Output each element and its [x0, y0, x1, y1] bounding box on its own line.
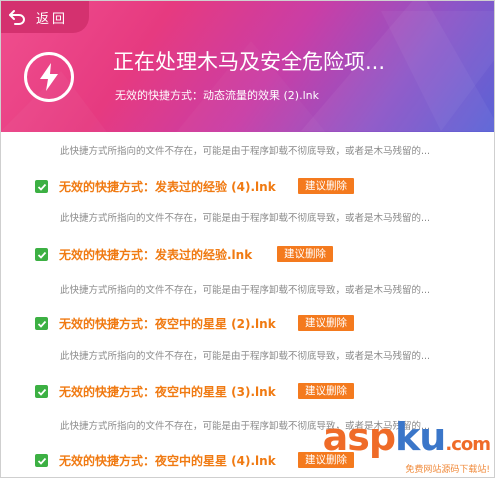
- watermark-logo: aspku.com 免费网站源码下载站!: [322, 415, 491, 475]
- suggest-delete-button[interactable]: 建议删除: [298, 383, 354, 399]
- back-button[interactable]: 返回: [1, 1, 89, 33]
- back-label: 返回: [36, 11, 69, 27]
- item-name: 无效的快捷方式：夜空中的星星 (4).lnk: [59, 454, 276, 468]
- watermark-brand: aspku.com: [322, 415, 491, 464]
- watermark-brand-c: .com: [445, 434, 491, 455]
- back-arrow-icon: [9, 10, 25, 25]
- item-name: 无效的快捷方式：发表过的经验 (4).lnk: [59, 180, 276, 194]
- suggest-delete-button[interactable]: 建议删除: [277, 246, 333, 262]
- suggest-delete-button[interactable]: 建议删除: [298, 315, 354, 331]
- decor-triangle: [381, 11, 494, 131]
- current-item-status: 无效的快捷方式：动态流量的效果 (2).lnk: [115, 89, 319, 102]
- item-name: 无效的快捷方式：夜空中的星星 (2).lnk: [59, 317, 276, 331]
- item-checkbox[interactable]: [35, 317, 48, 330]
- list-item: 无效的快捷方式：夜空中的星星 (2).lnk 建议删除: [1, 314, 494, 336]
- item-name: 无效的快捷方式：发表过的经验.lnk: [59, 248, 253, 262]
- checkmark-icon: [37, 183, 46, 191]
- item-description: 此快捷方式所指向的文件不存在，可能是由于程序卸载不彻底导致，或者是木马残留的..…: [60, 146, 431, 157]
- item-name: 无效的快捷方式：夜空中的星星 (3).lnk: [59, 385, 276, 399]
- list-item: 无效的快捷方式：发表过的经验 (4).lnk 建议删除: [1, 177, 494, 199]
- cleanup-window: 返回 正在处理木马及安全危险项... 无效的快捷方式：动态流量的效果 (2).l…: [0, 0, 495, 478]
- suggest-delete-button[interactable]: 建议删除: [298, 178, 354, 194]
- list-item: 无效的快捷方式：发表过的经验.lnk 建议删除: [1, 245, 494, 267]
- lightning-bolt-icon: [24, 52, 74, 102]
- item-checkbox[interactable]: [35, 385, 48, 398]
- item-description: 此快捷方式所指向的文件不存在，可能是由于程序卸载不彻底导致，或者是木马残留的..…: [60, 351, 431, 362]
- checkmark-icon: [37, 457, 46, 465]
- watermark-brand-b: ku: [395, 415, 446, 459]
- checkmark-icon: [37, 320, 46, 328]
- item-checkbox[interactable]: [35, 180, 48, 193]
- item-description: 此快捷方式所指向的文件不存在，可能是由于程序卸载不彻底导致，或者是木马残留的..…: [60, 285, 431, 296]
- watermark-brand-a: asp: [322, 415, 396, 459]
- page-title: 正在处理木马及安全危险项...: [113, 50, 386, 74]
- item-description: 此快捷方式所指向的文件不存在，可能是由于程序卸载不彻底导致，或者是木马残留的..…: [60, 213, 431, 224]
- header-banner: 返回 正在处理木马及安全危险项... 无效的快捷方式：动态流量的效果 (2).l…: [1, 1, 494, 132]
- list-item: 无效的快捷方式：夜空中的星星 (3).lnk 建议删除: [1, 382, 494, 404]
- checkmark-icon: [37, 388, 46, 396]
- item-checkbox[interactable]: [35, 454, 48, 467]
- item-checkbox[interactable]: [35, 248, 48, 261]
- checkmark-icon: [37, 251, 46, 259]
